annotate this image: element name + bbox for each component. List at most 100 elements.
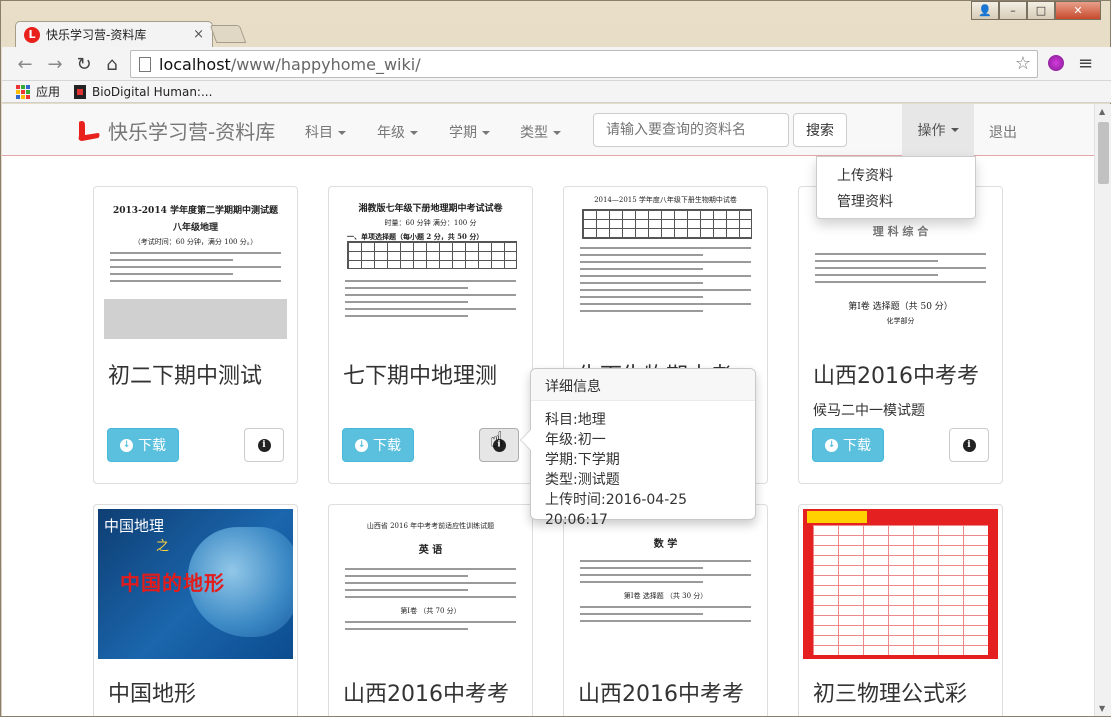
doc-line xyxy=(815,281,986,283)
card-thumbnail[interactable] xyxy=(803,509,998,659)
document-preview: 山西省 2016 年中考考前适应性训练试题 英 语 第Ⅰ卷 （共 70 分） xyxy=(333,509,528,659)
doc-line xyxy=(345,575,468,577)
subject-dropdown[interactable]: 科目 xyxy=(305,122,346,142)
doc-line xyxy=(345,621,516,623)
card-actions: ↓ 下载 i xyxy=(98,428,293,464)
resource-card: 理 科 综 合 第Ⅰ卷 选择题（共 50 分） 化学部分 山西2016中考考 候… xyxy=(798,186,1003,484)
type-dropdown[interactable]: 类型 xyxy=(520,122,561,142)
type-label: 类型 xyxy=(520,125,548,141)
card-thumbnail[interactable]: 山西省 2016 年中考考前适应性训练试题 英 语 第Ⅰ卷 （共 70 分） xyxy=(333,509,528,659)
download-label: 下载 xyxy=(138,438,166,454)
card-subtitle xyxy=(343,400,528,420)
bookmark-apps[interactable]: 应用 xyxy=(16,83,60,100)
browser-tab[interactable]: L 快乐学习营-资料库 × xyxy=(15,21,213,47)
doc-line xyxy=(345,582,516,584)
logout-link[interactable]: 退出 xyxy=(989,122,1017,142)
card-thumbnail[interactable]: 2013-2014 学年度第二学期期中测试题 八年级地理 （考试时间：60 分钟… xyxy=(98,191,293,341)
operations-dropdown[interactable]: 操作 xyxy=(902,104,974,156)
download-button[interactable]: ↓ 下载 xyxy=(342,428,414,462)
term-dropdown[interactable]: 学期 xyxy=(449,122,490,142)
card-subtitle xyxy=(108,400,293,420)
doc-line xyxy=(580,613,703,615)
card-title[interactable]: 山西2016中考考 xyxy=(578,676,768,708)
page-icon xyxy=(139,57,151,72)
card-title[interactable]: 山西2016中考考 xyxy=(813,358,1003,390)
chrome-menu-icon[interactable]: ≡ xyxy=(1078,53,1093,74)
detail-subject: 科目:地理 xyxy=(545,412,606,428)
doc-heading: 2013-2014 学年度第二学期期中测试题 xyxy=(113,206,278,216)
minimize-button[interactable]: – xyxy=(999,1,1027,20)
doc-line xyxy=(110,259,233,261)
doc-subheading: 时量：60 分钟 满分：100 分 xyxy=(384,219,477,227)
detail-upload-time: 上传时间:2016-04-25 20:06:17 xyxy=(545,492,688,528)
doc-line xyxy=(580,581,703,583)
bookmark-label: 应用 xyxy=(36,85,61,99)
window-controls: 👤 – □ ✕ xyxy=(971,1,1101,21)
site-brand[interactable]: 快乐学习营-资料库 xyxy=(76,116,275,145)
url-path: /www/happyhome_wiki/ xyxy=(230,54,421,74)
page-scrollbar[interactable]: ▲ ▼ xyxy=(1094,104,1111,716)
doc-note: 第Ⅰ卷 （共 70 分） xyxy=(400,607,461,615)
tab-close-icon[interactable]: × xyxy=(193,27,204,42)
card-thumbnail[interactable]: 湘教版七年级下册地理期中考试试卷 时量：60 分钟 满分：100 分 一、单项选… xyxy=(333,191,528,341)
card-title[interactable]: 七下期中地理测 xyxy=(343,358,533,390)
user-profile-icon[interactable]: 👤 xyxy=(971,1,999,20)
search-input[interactable] xyxy=(593,113,789,147)
doc-line xyxy=(580,289,751,291)
extension-icon[interactable] xyxy=(1048,55,1064,71)
close-window-button[interactable]: ✕ xyxy=(1055,1,1101,20)
grade-dropdown[interactable]: 年级 xyxy=(377,122,418,142)
caret-down-icon xyxy=(410,131,418,135)
detail-term: 学期:下学期 xyxy=(545,452,620,468)
doc-heading: 湘教版七年级下册地理期中考试试卷 xyxy=(358,204,503,214)
home-icon[interactable]: ⌂ xyxy=(101,53,123,75)
reload-icon[interactable]: ↻ xyxy=(73,53,95,75)
hand-cursor-icon: ☝ xyxy=(490,428,504,453)
resource-card: 中国地理 之 中国的地形 中国地形 xyxy=(93,504,298,716)
download-button[interactable]: ↓ 下载 xyxy=(107,428,179,462)
bookmark-star-icon[interactable]: ☆ xyxy=(1015,53,1031,74)
card-thumbnail[interactable]: 2014—2015 学年度八年级下册生物期中试卷 xyxy=(568,191,763,341)
doc-heading: 山西省 2016 年中考考前适应性训练试题 xyxy=(366,522,495,530)
doc-heading: 2014—2015 学年度八年级下册生物期中试卷 xyxy=(594,196,737,204)
card-title[interactable]: 中国地形 xyxy=(108,676,298,708)
menu-item-upload[interactable]: 上传资料 xyxy=(817,163,975,189)
scroll-up-icon[interactable]: ▲ xyxy=(1099,107,1105,116)
poster-banner xyxy=(807,511,867,523)
download-button[interactable]: ↓ 下载 xyxy=(812,428,884,462)
doc-subheading: 第Ⅰ卷 选择题 （共 30 分） xyxy=(623,592,708,600)
document-preview: 2013-2014 学年度第二学期期中测试题 八年级地理 （考试时间：60 分钟… xyxy=(98,191,293,341)
doc-line xyxy=(580,574,751,576)
info-button[interactable]: i xyxy=(949,428,989,462)
forward-icon[interactable]: → xyxy=(44,53,66,75)
address-bar[interactable]: localhost/www/happyhome_wiki/ ☆ xyxy=(130,50,1038,78)
slide-connector: 之 xyxy=(156,539,170,554)
doc-subheading: 八年级地理 xyxy=(172,223,218,233)
brand-logo-icon xyxy=(78,120,100,141)
grade-label: 年级 xyxy=(377,125,405,141)
bookmark-label: BioDigital Human:... xyxy=(92,84,213,99)
doc-line xyxy=(345,315,468,317)
card-title[interactable]: 初二下期中测试 xyxy=(108,358,298,390)
scrollbar-thumb[interactable] xyxy=(1098,122,1109,184)
menu-item-manage[interactable]: 管理资料 xyxy=(817,189,975,215)
bookmark-biodigital[interactable]: BioDigital Human:... xyxy=(74,84,213,99)
apps-icon xyxy=(16,84,30,99)
doc-line xyxy=(815,260,938,262)
doc-line xyxy=(580,560,751,562)
new-tab-button[interactable] xyxy=(209,25,247,43)
doc-line xyxy=(345,596,516,598)
info-button[interactable]: i xyxy=(244,428,284,462)
back-icon[interactable]: ← xyxy=(14,53,36,75)
card-title[interactable]: 山西2016中考考 xyxy=(343,676,533,708)
resource-card: 初三物理公式彩 xyxy=(798,504,1003,716)
search-button[interactable]: 搜索 xyxy=(793,113,847,147)
download-label: 下载 xyxy=(373,438,401,454)
doc-line xyxy=(580,310,703,312)
card-thumbnail[interactable]: 中国地理 之 中国的地形 xyxy=(98,509,293,659)
doc-note: 化学部分 xyxy=(886,317,915,325)
card-title[interactable]: 初三物理公式彩 xyxy=(813,676,1003,708)
doc-line xyxy=(580,247,751,249)
maximize-button[interactable]: □ xyxy=(1027,1,1055,20)
scroll-down-icon[interactable]: ▼ xyxy=(1099,704,1105,713)
